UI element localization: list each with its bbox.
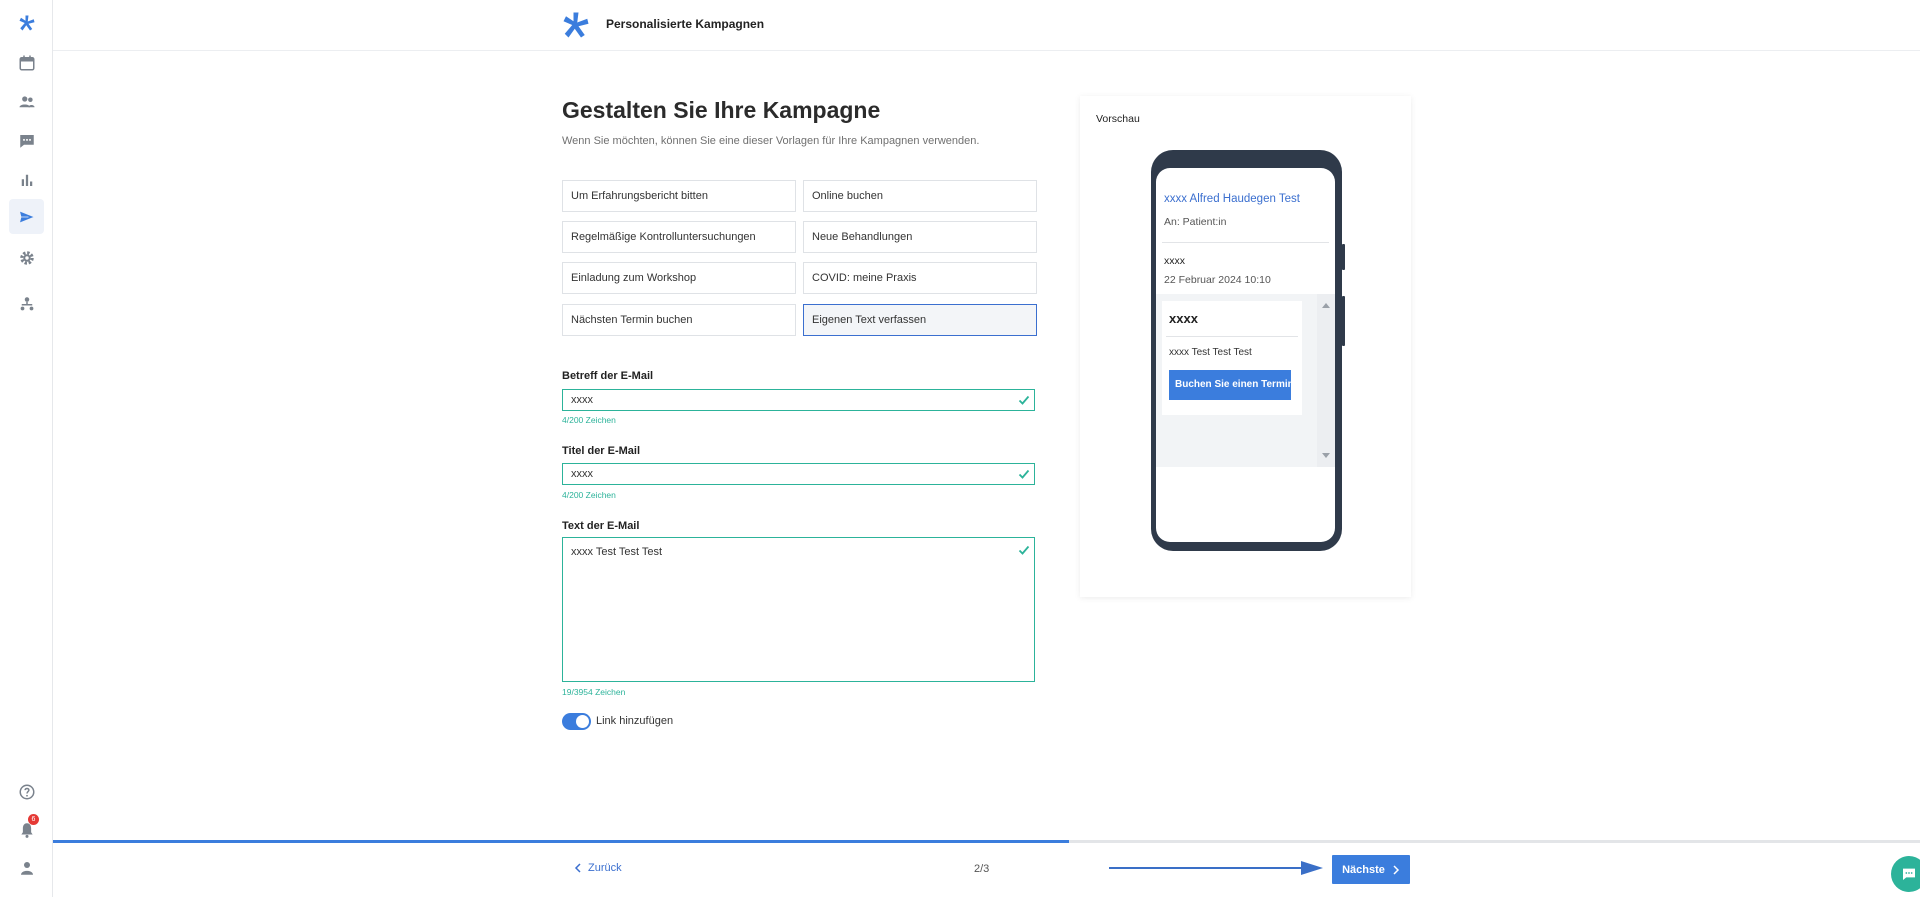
progress-bar <box>53 840 1920 843</box>
check-icon <box>1018 545 1030 555</box>
back-label: Zurück <box>588 862 622 874</box>
preview-mail-body: xxxx xxxx Test Test Test Buchen Sie eine… <box>1156 294 1335 467</box>
org-icon[interactable] <box>9 286 44 321</box>
bar-chart-icon[interactable] <box>9 162 44 197</box>
body-textarea[interactable]: xxxx Test Test Test <box>562 537 1035 682</box>
template-option[interactable]: Nächsten Termin buchen <box>562 304 796 336</box>
bell-icon[interactable]: 6 <box>9 812 44 847</box>
phone-side-button <box>1342 296 1345 346</box>
calendar-icon[interactable] <box>9 45 44 80</box>
check-icon <box>1018 395 1030 405</box>
template-option[interactable]: COVID: meine Praxis <box>803 262 1037 294</box>
logo-icon[interactable] <box>9 5 44 40</box>
template-option[interactable]: Einladung zum Workshop <box>562 262 796 294</box>
preview-sender: xxxx Alfred Haudegen Test <box>1164 193 1300 205</box>
template-option[interactable]: Um Erfahrungsbericht bitten <box>562 180 796 212</box>
title-value: xxxx <box>571 468 593 480</box>
subject-input[interactable]: xxxx <box>562 389 1035 411</box>
help-icon[interactable] <box>9 774 44 809</box>
phone-side-button <box>1342 244 1345 270</box>
link-toggle[interactable] <box>562 713 591 730</box>
scroll-up-icon[interactable] <box>1322 303 1330 308</box>
scroll-down-icon[interactable] <box>1322 453 1330 458</box>
subject-label: Betreff der E-Mail <box>562 370 654 382</box>
title-input[interactable]: xxxx <box>562 463 1035 485</box>
link-toggle-label: Link hinzufügen <box>596 715 674 727</box>
annotation-arrow-icon <box>1109 861 1323 875</box>
page-title: Personalisierte Kampagnen <box>606 17 765 31</box>
send-icon[interactable] <box>9 199 44 234</box>
subject-value: xxxx <box>571 394 593 406</box>
chevron-right-icon <box>1393 864 1399 875</box>
notification-badge: 6 <box>28 814 39 825</box>
progress-fill <box>53 840 1069 843</box>
template-option[interactable]: Neue Behandlungen <box>803 221 1037 253</box>
body-label: Text der E-Mail <box>562 520 640 532</box>
brand-logo-icon <box>563 12 589 38</box>
chat-widget-button[interactable] <box>1891 856 1920 892</box>
divider <box>1166 336 1298 337</box>
chat-bubble-icon <box>1903 868 1915 880</box>
divider <box>1162 242 1329 243</box>
next-label: Nächste <box>1342 863 1385 876</box>
people-icon[interactable] <box>9 84 44 119</box>
chat-icon[interactable] <box>9 123 44 158</box>
preview-recipient: An: Patient:in <box>1164 216 1227 228</box>
check-icon <box>1018 469 1030 479</box>
preview-scrollbar[interactable] <box>1317 294 1335 467</box>
preview-title: Vorschau <box>1096 113 1140 125</box>
top-bar: Personalisierte Kampagnen <box>53 0 1920 51</box>
phone-screen: xxxx Alfred Haudegen Test An: Patient:in… <box>1156 168 1335 542</box>
back-button[interactable]: Zurück <box>574 862 622 874</box>
next-button[interactable]: Nächste <box>1332 855 1410 884</box>
preview-panel: Vorschau xxxx Alfred Haudegen Test An: P… <box>1080 96 1411 597</box>
preview-book-button: Buchen Sie einen Termin <box>1169 370 1291 400</box>
main-subheading: Wenn Sie möchten, können Sie eine dieser… <box>562 135 980 147</box>
body-value: xxxx Test Test Test <box>571 546 663 558</box>
body-counter: 19/3954 Zeichen <box>562 687 626 697</box>
template-option-selected[interactable]: Eigenen Text verfassen <box>803 304 1037 336</box>
preview-date: 22 Februar 2024 10:10 <box>1164 274 1271 286</box>
title-counter: 4/200 Zeichen <box>562 490 616 500</box>
title-label: Titel der E-Mail <box>562 445 641 457</box>
preview-subject: xxxx <box>1164 255 1185 267</box>
phone-mockup: xxxx Alfred Haudegen Test An: Patient:in… <box>1151 150 1345 551</box>
step-indicator: 2/3 <box>974 863 990 875</box>
sidebar: 6 <box>0 0 53 897</box>
preview-card-text: xxxx Test Test Test <box>1169 347 1252 358</box>
subject-counter: 4/200 Zeichen <box>562 415 616 425</box>
template-option[interactable]: Online buchen <box>803 180 1037 212</box>
template-option[interactable]: Regelmäßige Kontrolluntersuchungen <box>562 221 796 253</box>
gear-icon[interactable] <box>9 240 44 275</box>
preview-card-title: xxxx <box>1169 311 1198 326</box>
main-heading: Gestalten Sie Ihre Kampagne <box>562 97 881 123</box>
preview-card: xxxx xxxx Test Test Test Buchen Sie eine… <box>1162 301 1302 415</box>
user-icon[interactable] <box>9 850 44 885</box>
chevron-left-icon <box>574 863 581 873</box>
toggle-knob <box>576 715 589 728</box>
